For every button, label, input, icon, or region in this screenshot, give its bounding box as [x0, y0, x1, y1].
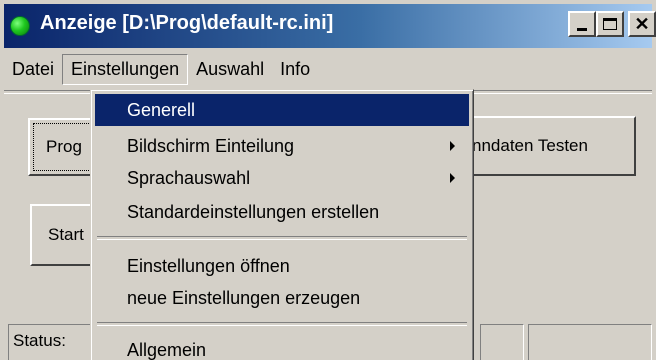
menu-item-standardeinstellungen[interactable]: Standardeinstellungen erstellen — [95, 196, 469, 228]
close-icon: ✕ — [634, 13, 650, 34]
menu-datei[interactable]: Datei — [4, 55, 62, 84]
minimize-icon — [577, 27, 587, 31]
menu-item-sprachauswahl[interactable]: Sprachauswahl — [95, 162, 469, 194]
einstellungen-dropdown: Generell Bildschirm Einteilung Sprachaus… — [90, 89, 474, 360]
green-circle-icon — [10, 16, 30, 36]
menu-item-label: neue Einstellungen erzeugen — [127, 288, 361, 308]
close-button[interactable]: ✕ — [628, 11, 656, 37]
test-button[interactable]: nndaten Testen — [460, 116, 636, 176]
start-button-label: Start — [48, 225, 84, 244]
menu-item-label: Sprachauswahl — [127, 168, 251, 188]
menu-item-einstellungen-oeffnen[interactable]: Einstellungen öffnen — [95, 250, 469, 282]
menu-auswahl[interactable]: Auswahl — [188, 55, 272, 84]
window-title: Anzeige [D:\Prog\default-rc.ini] — [40, 12, 334, 34]
menu-einstellungen[interactable]: Einstellungen — [62, 53, 189, 85]
minimize-button[interactable] — [568, 11, 596, 37]
menu-item-label: Bildschirm Einteilung — [127, 136, 295, 156]
maximize-icon — [603, 18, 617, 30]
submenu-arrow-icon — [450, 141, 455, 151]
menu-item-allgemein[interactable]: Allgemein — [95, 334, 469, 360]
submenu-arrow-icon — [450, 173, 455, 183]
title-bar[interactable]: Anzeige [D:\Prog\default-rc.ini] ✕ — [4, 4, 656, 48]
menu-item-label: Generell — [127, 100, 196, 120]
menu-item-bildschirm-einteilung[interactable]: Bildschirm Einteilung — [95, 130, 469, 162]
menu-separator — [97, 322, 467, 326]
status-panel-3 — [528, 324, 652, 360]
menu-item-neue-einstellungen[interactable]: neue Einstellungen erzeugen — [95, 282, 469, 314]
menu-info[interactable]: Info — [272, 55, 318, 84]
menu-item-label: Einstellungen öffnen — [127, 256, 290, 276]
status-panel-2 — [480, 324, 524, 360]
maximize-button[interactable] — [596, 11, 624, 37]
menu-bar: Datei Einstellungen Auswahl Info — [4, 52, 652, 86]
app-window: Anzeige [D:\Prog\default-rc.ini] ✕ Datei… — [0, 0, 656, 360]
menu-item-label: Standardeinstellungen erstellen — [127, 202, 380, 222]
test-button-label: nndaten Testen — [472, 136, 588, 155]
menu-item-generell[interactable]: Generell — [95, 94, 469, 126]
prog-button-label: Prog — [46, 137, 82, 156]
menu-separator — [97, 236, 467, 240]
status-label: Status: — [13, 331, 66, 350]
menu-item-label: Allgemein — [127, 340, 207, 360]
